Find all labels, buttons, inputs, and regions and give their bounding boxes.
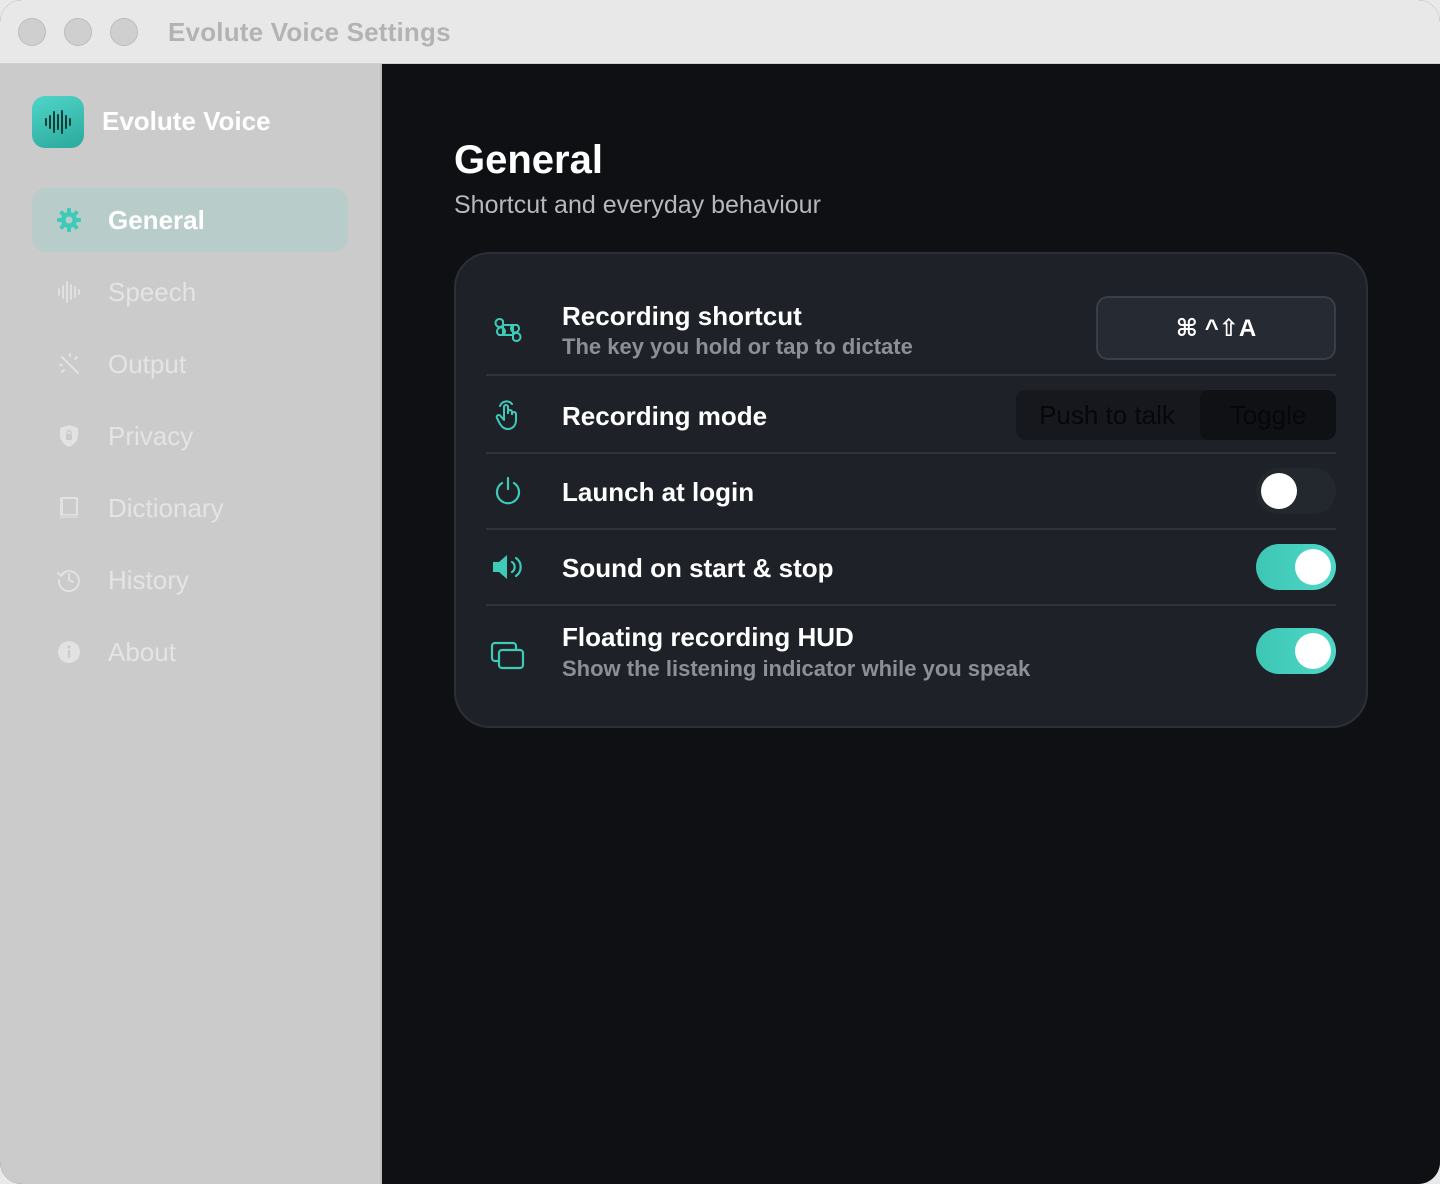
- sidebar-item-label: Speech: [108, 277, 197, 307]
- sidebar-item-label: General: [108, 205, 205, 235]
- settings-window: Evolute Voice Settings Evolute Voice Gen…: [0, 0, 1440, 1184]
- sidebar-item-speech[interactable]: Speech: [32, 260, 348, 324]
- minimize-window-button[interactable]: [64, 18, 92, 46]
- power-icon: [486, 469, 530, 513]
- sidebar-item-about[interactable]: About: [32, 620, 348, 684]
- sidebar: Evolute Voice General Speech Output Priv…: [0, 64, 382, 1184]
- setting-title: Sound on start & stop: [562, 553, 834, 583]
- mode-option-push-to-talk[interactable]: Push to talk: [1016, 390, 1198, 440]
- setting-launch-at-login: Launch at login: [486, 468, 1336, 514]
- setting-title: Floating recording HUD: [562, 622, 854, 652]
- book-icon: [56, 495, 82, 521]
- divider: [486, 452, 1336, 454]
- windows-stack-icon: [486, 634, 530, 678]
- recording-mode-segmented-control: Push to talk Toggle: [1016, 390, 1336, 440]
- zoom-window-button[interactable]: [110, 18, 138, 46]
- sidebar-item-output[interactable]: Output: [32, 332, 348, 396]
- shortcut-keys: ⌘ ^⇧A: [1175, 314, 1257, 342]
- command-icon: [486, 308, 530, 352]
- setting-title: Recording shortcut: [562, 301, 802, 331]
- sound-on-start-stop-toggle[interactable]: [1256, 544, 1336, 590]
- divider: [486, 374, 1336, 376]
- floating-hud-toggle[interactable]: [1256, 628, 1336, 674]
- setting-title: Launch at login: [562, 477, 755, 507]
- sidebar-item-history[interactable]: History: [32, 548, 348, 612]
- setting-title: Recording mode: [562, 401, 768, 431]
- brand-name: Evolute Voice: [102, 106, 271, 136]
- sidebar-item-general[interactable]: General: [32, 188, 348, 252]
- sidebar-item-label: Output: [108, 349, 187, 379]
- shortcut-recorder-button[interactable]: ⌘ ^⇧A: [1096, 296, 1336, 360]
- divider: [486, 528, 1336, 530]
- toggle-knob: [1295, 549, 1331, 585]
- page-subtitle: Shortcut and everyday behaviour: [454, 191, 821, 219]
- sidebar-item-dictionary[interactable]: Dictionary: [32, 476, 348, 540]
- divider: [486, 604, 1336, 606]
- shield-icon: [56, 423, 82, 449]
- toggle-knob: [1295, 633, 1331, 669]
- speaker-icon: [486, 545, 530, 589]
- magic-wand-icon: [56, 351, 82, 377]
- waveform-icon: [56, 279, 82, 305]
- launch-at-login-toggle[interactable]: [1256, 468, 1336, 514]
- sidebar-item-label: History: [108, 565, 189, 595]
- info-icon: [56, 639, 82, 665]
- setting-description: Show the listening indicator while you s…: [562, 656, 1031, 681]
- page-title: General: [454, 138, 603, 182]
- sidebar-item-label: Dictionary: [108, 493, 224, 523]
- toggle-knob: [1261, 473, 1297, 509]
- sidebar-item-privacy[interactable]: Privacy: [32, 404, 348, 468]
- setting-recording-shortcut: Recording shortcut The key you hold or t…: [486, 296, 1336, 360]
- mode-option-toggle[interactable]: Toggle: [1200, 390, 1336, 440]
- settings-card: Recording shortcut The key you hold or t…: [454, 252, 1368, 728]
- clock-history-icon: [56, 567, 82, 593]
- main-content: General Shortcut and everyday behaviour …: [382, 64, 1440, 1184]
- setting-floating-hud: Floating recording HUD Show the listenin…: [486, 620, 1336, 684]
- sidebar-item-label: Privacy: [108, 421, 194, 451]
- close-window-button[interactable]: [18, 18, 46, 46]
- brand-logo-icon: [32, 96, 84, 148]
- setting-recording-mode: Recording mode Push to talk Toggle: [486, 390, 1336, 440]
- setting-description: The key you hold or tap to dictate: [562, 334, 913, 359]
- hand-tap-icon: [486, 393, 530, 437]
- title-bar: Evolute Voice Settings: [0, 0, 1440, 64]
- sidebar-item-label: About: [108, 637, 176, 667]
- gear-icon: [56, 207, 82, 233]
- setting-sound-on-start-stop: Sound on start & stop: [486, 544, 1336, 590]
- window-title: Evolute Voice Settings: [168, 17, 451, 47]
